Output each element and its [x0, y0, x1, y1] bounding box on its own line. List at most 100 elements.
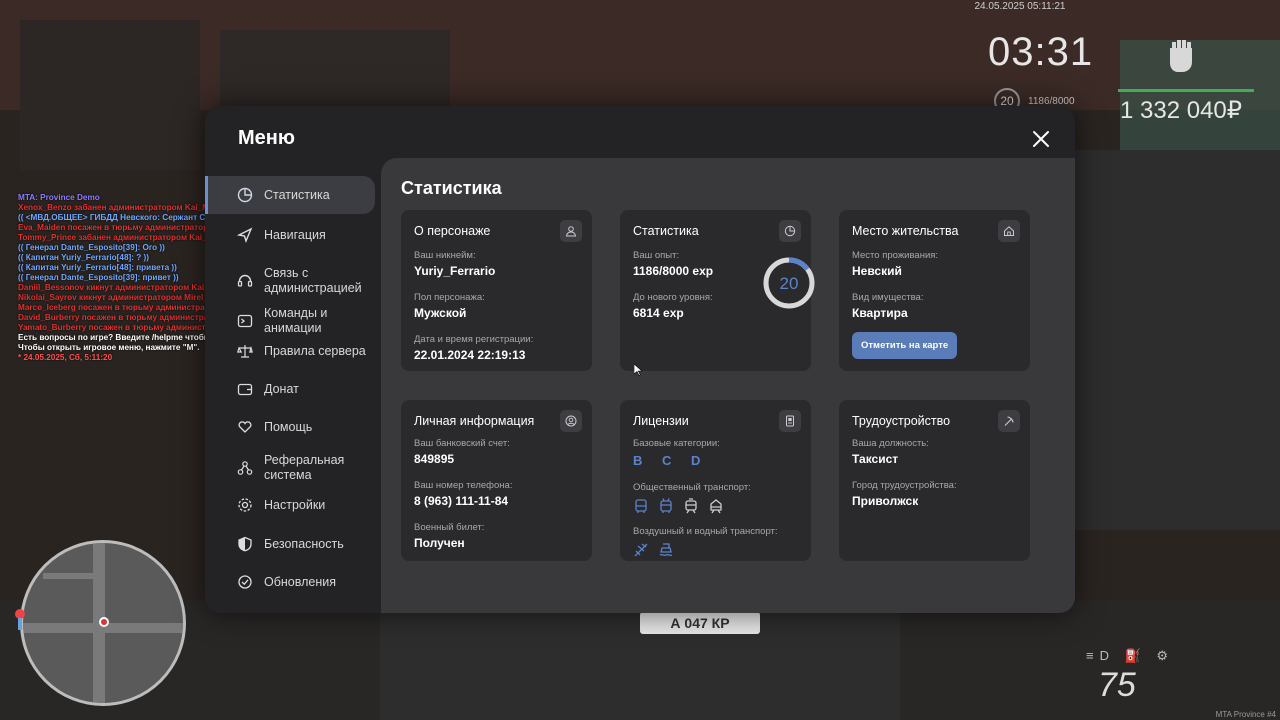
nav-label: Безопасность: [264, 536, 344, 551]
nav-label: Навигация: [264, 227, 326, 242]
property-value: Квартира: [852, 306, 908, 320]
content-title: Статистика: [401, 178, 502, 198]
card-title: Статистика: [633, 224, 699, 238]
card-licenses: Лицензии Базовые категории: B C D Общест…: [620, 400, 811, 561]
referral-icon: [237, 460, 253, 476]
nav-item-referral[interactable]: Реферальная система: [205, 446, 375, 490]
bank-account-value: 849895: [414, 452, 455, 466]
nav-label: Донат: [264, 381, 299, 396]
map-pin-icon: [15, 609, 25, 630]
tram-icon: [685, 498, 697, 514]
pickaxe-icon: [998, 410, 1020, 432]
gender-value: Мужской: [414, 306, 467, 320]
nav-label: Связь с администрацией: [264, 266, 362, 295]
content-panel: Статистика О персонаже Ваш никнейм: Yuri…: [381, 158, 1075, 613]
card-title: Лицензии: [633, 414, 689, 428]
server-watermark: MTA Province #4: [1215, 710, 1276, 719]
mark-on-map-button[interactable]: Отметить на карте: [852, 332, 958, 359]
job-city-value: Приволжск: [852, 494, 919, 508]
pie-chart-icon: [237, 187, 253, 203]
person-circle-icon: [560, 410, 582, 432]
boat-icon: [659, 543, 673, 557]
military-id-value: Получен: [414, 536, 465, 550]
field-label: Ваш номер телефона:: [414, 480, 513, 491]
nav-item-donate[interactable]: Донат: [205, 370, 375, 408]
scales-icon: [237, 343, 253, 359]
mouse-cursor-icon: [634, 364, 642, 376]
nickname-value: Yuriy_Ferrario: [414, 264, 496, 278]
card-character: О персонаже Ваш никнейм: Yuriy_Ferrario …: [401, 210, 592, 371]
menu-title: Меню: [238, 127, 295, 149]
hud-money: 1 332 040₽: [1120, 97, 1243, 124]
field-label: Пол персонажа:: [414, 292, 485, 303]
nav-item-statistics[interactable]: Статистика: [205, 176, 375, 214]
speedometer: 75: [1098, 666, 1136, 704]
public-transport-licenses: [633, 498, 798, 514]
minimap: [20, 540, 186, 706]
job-position-value: Таксист: [852, 452, 899, 466]
card-statistics: Статистика Ваш опыт: 1186/8000 exp До но…: [620, 210, 815, 371]
field-label: Город трудоустройства:: [852, 480, 957, 491]
heart-hand-icon: [237, 419, 253, 435]
air-water-licenses: [633, 542, 798, 558]
vehicle-status-icons: ≡D ⛽ ⚙: [1086, 648, 1175, 663]
pie-chart-icon: [779, 220, 801, 242]
terminal-icon: [237, 313, 253, 329]
nav-item-rules[interactable]: Правила сервера: [205, 332, 375, 370]
home-icon: [998, 220, 1020, 242]
card-employment: Трудоустройство Ваша должность: Таксист …: [839, 400, 1030, 561]
card-title: Трудоустройство: [852, 414, 951, 428]
navigation-icon: [237, 227, 253, 243]
user-icon: [560, 220, 582, 242]
field-label: Базовые категории:: [633, 438, 720, 449]
nav-label: Настройки: [264, 497, 326, 512]
plane-icon: [634, 543, 648, 557]
refresh-icon: [237, 574, 253, 590]
nav-label: Статистика: [264, 187, 330, 202]
hud-exp: 1186/8000: [1028, 95, 1075, 107]
card-residence: Место жительства Место проживания: Невск…: [839, 210, 1030, 371]
field-label: Военный билет:: [414, 522, 485, 533]
nav-item-help[interactable]: Помощь: [205, 408, 375, 446]
card-title: Личная информация: [414, 414, 535, 428]
field-label: Ваша должность:: [852, 438, 929, 449]
train-icon: [710, 499, 722, 514]
license-categories: B C D: [633, 453, 709, 468]
nav-label: Помощь: [264, 419, 313, 434]
menu-modal: Меню Статистика Навигация Связь с админи…: [205, 106, 1075, 613]
nav-label: Обновления: [264, 574, 336, 589]
hud-money-bar: [1118, 89, 1254, 92]
level-progress-ring: 20: [763, 257, 815, 309]
field-label: Вид имущества:: [852, 292, 924, 303]
player-marker-icon: [99, 617, 109, 627]
nav-item-updates[interactable]: Обновления: [205, 563, 375, 601]
nav-item-security[interactable]: Безопасность: [205, 525, 375, 563]
field-label: Воздушный и водный транспорт:: [633, 526, 778, 537]
nav-item-settings[interactable]: Настройки: [205, 486, 375, 524]
fist-icon: [1170, 40, 1192, 72]
card-title: О персонаже: [414, 224, 491, 238]
menu-sidebar: Статистика Навигация Связь с администрац…: [205, 176, 381, 613]
gear-icon: [237, 497, 253, 513]
hud-clock: 03:31: [988, 30, 1094, 74]
level-number: 20: [780, 274, 799, 293]
registration-value: 22.01.2024 22:19:13: [414, 348, 526, 362]
license-plate: А 047 КР: [640, 612, 760, 634]
nav-label: Реферальная система: [264, 453, 345, 482]
hud-datetime: 24.05.2025 05:11:21: [974, 1, 1066, 12]
close-icon[interactable]: [1031, 129, 1051, 149]
wallet-icon: [237, 381, 253, 397]
nav-item-navigation[interactable]: Навигация: [205, 216, 375, 254]
residence-value: Невский: [852, 264, 902, 278]
field-label: Общественный транспорт:: [633, 482, 751, 493]
id-card-icon: [779, 410, 801, 432]
card-personal: Личная информация Ваш банковский счет: 8…: [401, 400, 592, 561]
field-label: Ваш никнейм:: [414, 250, 476, 261]
field-label: Дата и время регистрации:: [414, 334, 534, 345]
shield-icon: [237, 536, 253, 552]
trolleybus-icon: [660, 498, 672, 513]
bus-icon: [635, 499, 647, 513]
field-label: Ваш банковский счет:: [414, 438, 510, 449]
phone-value: 8 (963) 111-11-84: [414, 494, 509, 508]
field-label: Место проживания:: [852, 250, 939, 261]
